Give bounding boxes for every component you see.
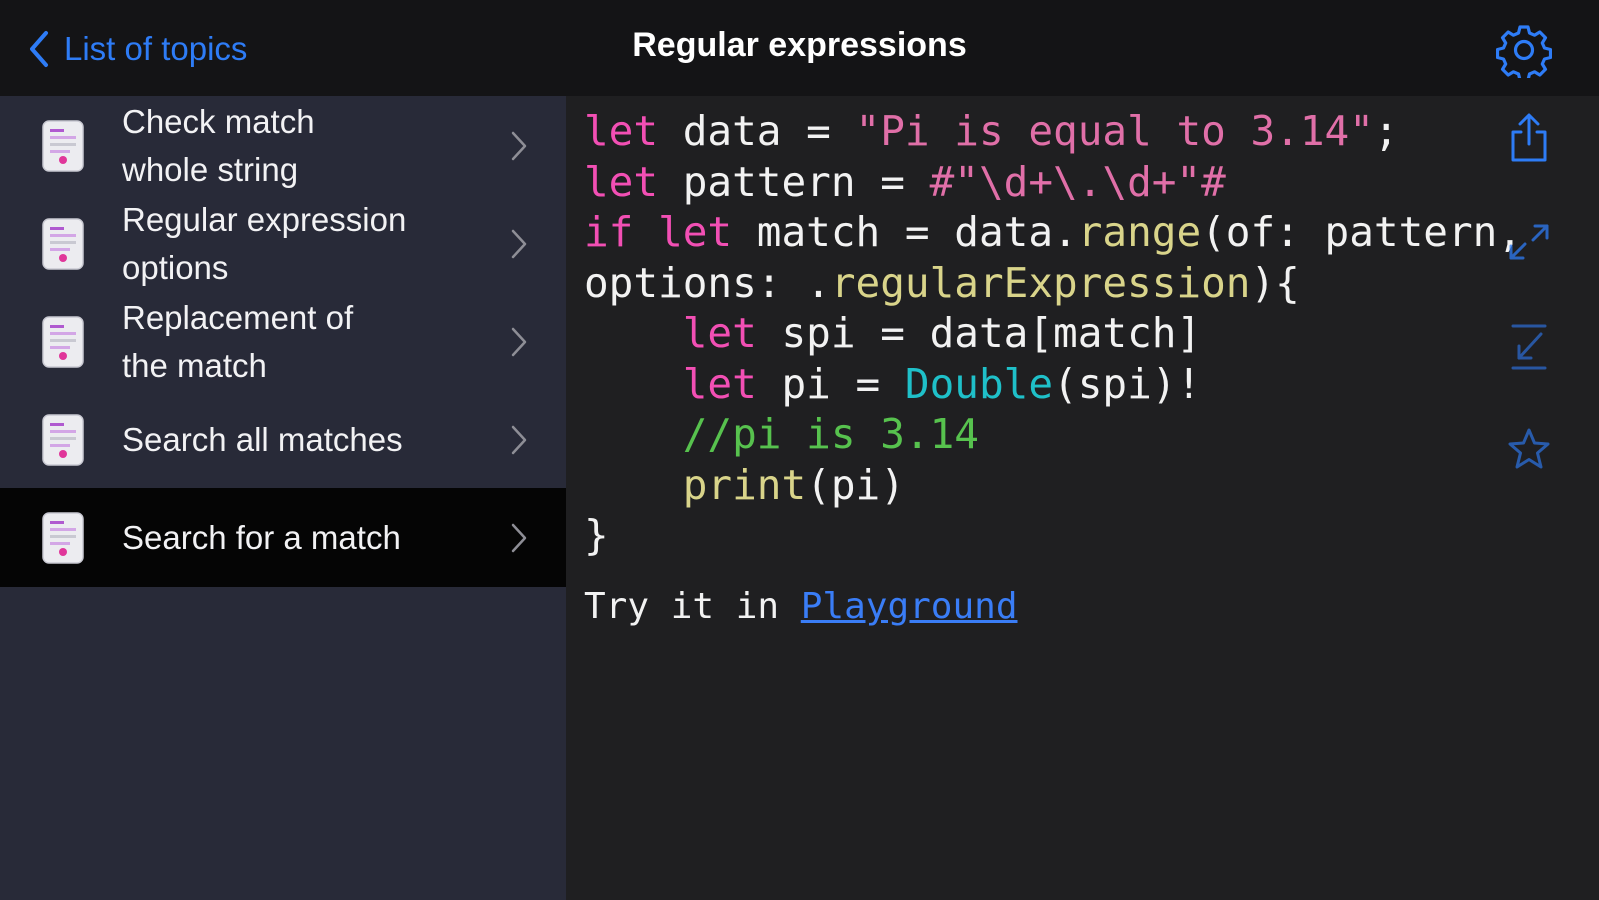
expand-arrows-icon (1509, 224, 1549, 260)
code-token: //pi is 3.14 (682, 410, 979, 458)
code-line: } (584, 510, 1522, 561)
code-token: let (584, 157, 659, 206)
try-it-prefix: Try it in (584, 586, 801, 627)
code-document-icon (42, 119, 84, 172)
gear-icon (1495, 25, 1553, 82)
topic-label: Search for a match (122, 518, 401, 556)
code-line: let spi = data[match] (584, 308, 1522, 359)
playground-link[interactable]: Playground (801, 586, 1018, 627)
topic-item[interactable]: Regular expression options (0, 194, 566, 293)
code-token: ; (1373, 107, 1399, 155)
code-document-icon (42, 315, 84, 368)
code-document-icon (42, 413, 84, 466)
code-block: let data = "Pi is equal to 3.14"; let pat… (584, 106, 1522, 561)
chevron-right-icon (511, 229, 527, 258)
page-title: Regular expressions (632, 26, 967, 64)
share-icon (1511, 113, 1547, 162)
code-token: pattern = (658, 157, 930, 206)
topic-item[interactable]: Search for a match (0, 488, 566, 587)
code-document-icon (42, 217, 84, 270)
settings-button[interactable] (1495, 22, 1553, 82)
star-icon (1508, 428, 1550, 469)
code-token: range (1077, 208, 1202, 256)
code-token: let (682, 309, 757, 357)
code-token: } (584, 511, 609, 559)
code-line: let pattern = #"\d+\.\d+"# (584, 157, 1522, 208)
topic-item[interactable]: Replacement of the match (0, 292, 566, 391)
back-button-label: List of topics (64, 30, 248, 67)
code-token: print (682, 460, 807, 509)
code-token: let (658, 208, 733, 256)
code-document-icon (42, 511, 84, 564)
try-it-line: Try it in Playground (584, 586, 1018, 627)
favorite-button[interactable] (1505, 424, 1553, 476)
code-token: "Pi is equal to 3.14" (855, 107, 1374, 155)
code-line: let data = "Pi is equal to 3.14"; (584, 106, 1522, 157)
collapse-arrows-icon (1511, 324, 1547, 370)
code-token: (spi)! (1053, 359, 1202, 408)
topic-label: Check match whole string (122, 102, 315, 188)
code-line: print(pi) (584, 460, 1522, 511)
topic-item[interactable]: Search all matches (0, 390, 566, 489)
topic-item[interactable]: Check match whole string (0, 96, 566, 195)
collapse-button[interactable] (1505, 322, 1553, 374)
code-token: match = data. (732, 208, 1078, 256)
expand-button[interactable] (1505, 216, 1553, 268)
code-token: (of: pattern, (1201, 208, 1523, 256)
navigation-bar: List of topics Regular expressions (0, 0, 1599, 96)
back-button[interactable]: List of topics (28, 24, 247, 74)
code-line: //pi is 3.14 (584, 409, 1522, 460)
code-line: options: .regularExpression){ (584, 258, 1522, 309)
share-button[interactable] (1505, 112, 1553, 164)
code-line: let pi = Double(spi)! (584, 359, 1522, 410)
topic-label: Search all matches (122, 420, 403, 458)
chevron-right-icon (511, 131, 527, 160)
chevron-right-icon (511, 425, 527, 454)
code-token: spi = data[match] (756, 309, 1202, 357)
chevron-right-icon (511, 327, 527, 356)
code-token: let (584, 107, 659, 155)
content-pane: let data = "Pi is equal to 3.14"; let pat… (566, 96, 1599, 900)
chevron-left-icon (30, 31, 48, 67)
code-token: pi = (756, 359, 905, 408)
topic-label: Regular expression options (122, 200, 407, 286)
code-token: data = (658, 107, 856, 155)
code-token: (pi) (806, 460, 905, 509)
code-token: #"\d+\.\d+"# (929, 157, 1226, 206)
code-line: if let match = data.range(of: pattern, (584, 207, 1522, 258)
topic-list: Check match whole string Regular expressio… (0, 96, 566, 900)
topic-label: Replacement of the match (122, 298, 354, 384)
code-token: if (584, 208, 634, 256)
code-token: let (682, 359, 757, 408)
code-token: options: . (584, 258, 831, 307)
chevron-right-icon (511, 523, 527, 552)
code-token: Double (904, 359, 1054, 408)
code-token: ){ (1250, 258, 1300, 307)
code-token: regularExpression (830, 258, 1251, 307)
